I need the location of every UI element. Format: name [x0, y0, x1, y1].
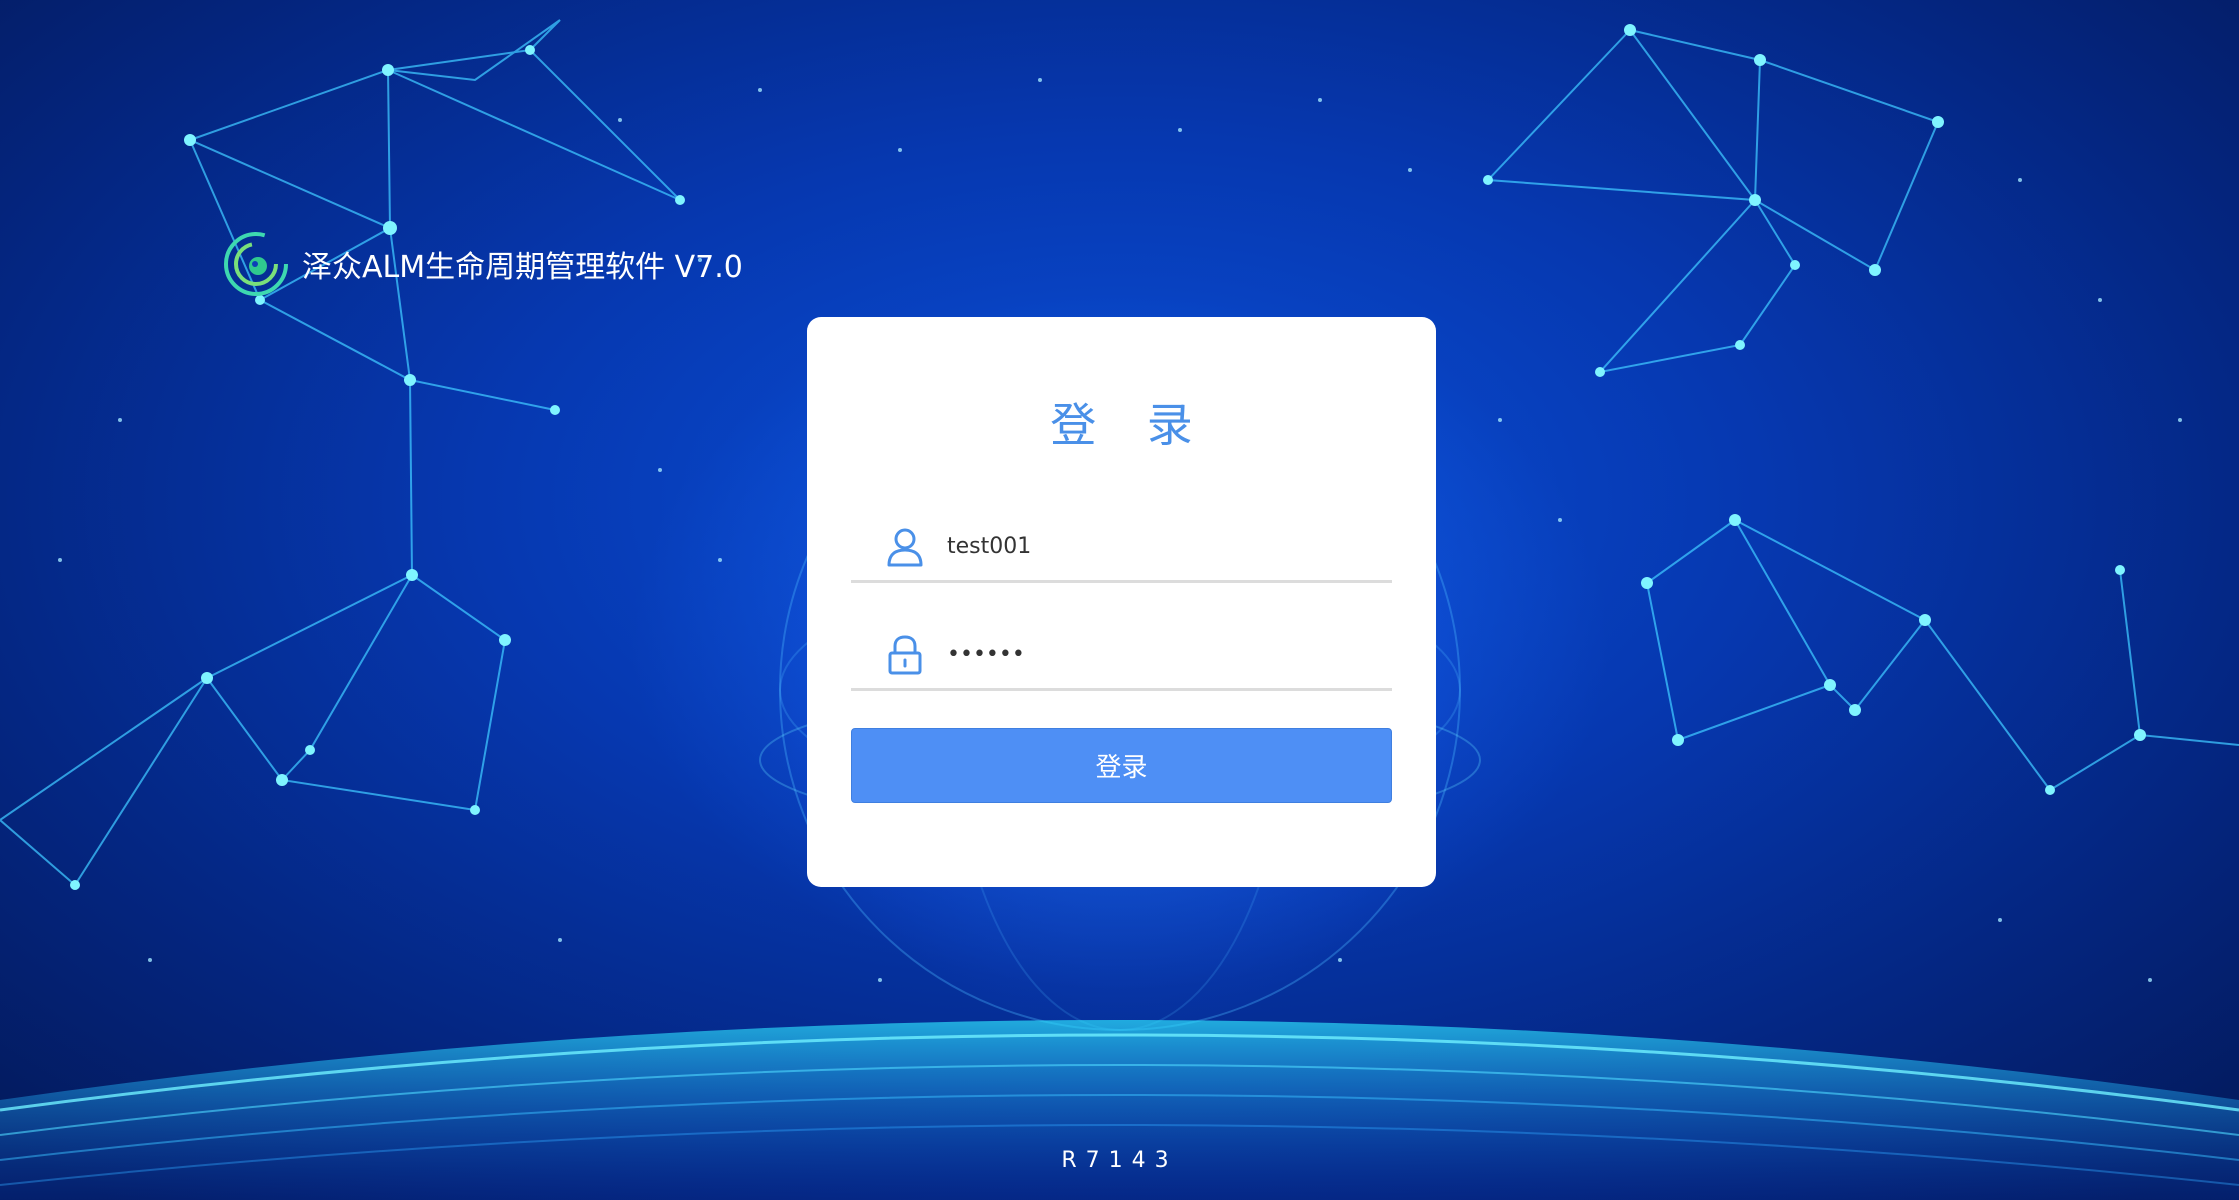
brand-header: 泽众ALM生命周期管理软件 V7.0: [222, 228, 743, 300]
password-field: [851, 621, 1392, 691]
login-page: 泽众ALM生命周期管理软件 V7.0 登 录 登录 R7143: [0, 0, 2239, 1200]
username-field: [851, 513, 1392, 583]
user-icon: [887, 528, 923, 566]
app-title: 泽众ALM生命周期管理软件 V7.0: [302, 250, 743, 285]
login-card: 登 录 登录: [807, 317, 1436, 887]
login-heading: 登 录: [1050, 398, 1211, 452]
version-label: R7143: [1061, 1148, 1178, 1173]
login-button[interactable]: 登录: [851, 728, 1392, 803]
username-input[interactable]: [947, 534, 1392, 559]
lock-icon: [888, 634, 922, 674]
password-input[interactable]: [947, 642, 1392, 667]
leaf-circle-logo-icon: [224, 232, 288, 296]
